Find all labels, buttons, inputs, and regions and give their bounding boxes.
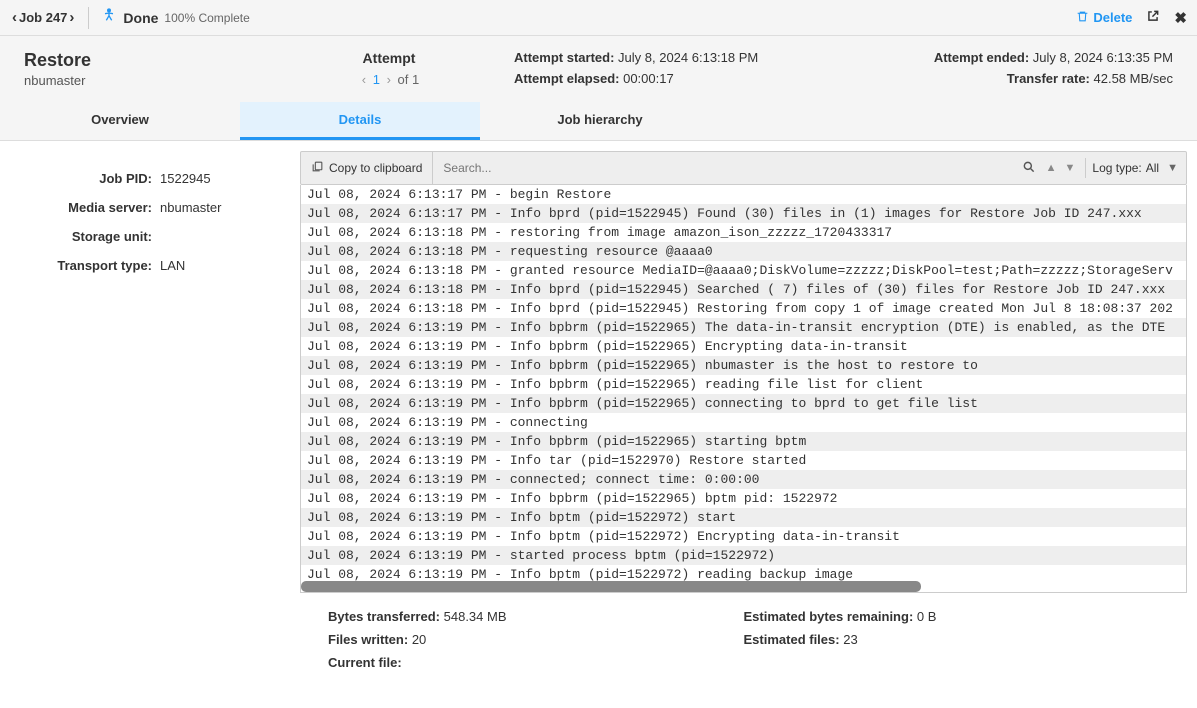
media-server-value: nbumaster [160, 200, 221, 215]
separator [1085, 158, 1086, 178]
search-prev-icon[interactable]: ▲ [1042, 162, 1061, 174]
current-file-label: Current file: [328, 655, 402, 670]
search-input[interactable] [433, 152, 1015, 184]
logtype-label: Log type: [1092, 161, 1145, 175]
logtype-value[interactable]: All [1146, 161, 1163, 175]
started-value: July 8, 2024 6:13:18 PM [618, 50, 758, 65]
log-line: Jul 08, 2024 6:13:17 PM - begin Restore [301, 185, 1186, 204]
close-icon[interactable]: ✖ [1174, 9, 1187, 27]
summary-attempt: Attempt ‹ 1 › of 1 [264, 50, 514, 92]
summary-rate: Attempt ended: July 8, 2024 6:13:35 PM T… [913, 50, 1173, 92]
done-icon [101, 7, 117, 28]
transport-type-value: LAN [160, 258, 185, 273]
log-line: Jul 08, 2024 6:13:19 PM - Info bpbrm (pi… [301, 375, 1186, 394]
transport-type-label: Transport type: [20, 258, 160, 273]
job-pid-value: 1522945 [160, 171, 211, 186]
side-metadata: Job PID: 1522945 Media server: nbumaster… [0, 141, 300, 704]
log-line: Jul 08, 2024 6:13:18 PM - Info bprd (pid… [301, 299, 1186, 318]
log-line: Jul 08, 2024 6:13:19 PM - Info bpbrm (pi… [301, 356, 1186, 375]
bytes-transferred-value: 548.34 MB [444, 609, 507, 624]
summary-panel: Restore nbumaster Attempt ‹ 1 › of 1 Att… [0, 36, 1197, 102]
horizontal-scrollbar[interactable] [301, 581, 921, 592]
log-line: Jul 08, 2024 6:13:19 PM - Info bptm (pid… [301, 527, 1186, 546]
status-percent: 100% Complete [164, 11, 249, 25]
search-next-icon[interactable]: ▼ [1061, 162, 1080, 174]
attempt-pager: ‹ 1 › of 1 [264, 72, 514, 87]
est-bytes-value: 0 B [917, 609, 937, 624]
status-text: Done [123, 10, 158, 26]
tab-details[interactable]: Details [240, 102, 480, 140]
popout-icon[interactable] [1146, 9, 1160, 27]
attempt-current: 1 [373, 72, 380, 87]
est-files-label: Estimated files: [744, 632, 840, 647]
chevron-down-icon[interactable]: ▼ [1163, 162, 1186, 174]
page-title: Restore [24, 50, 264, 71]
log-line: Jul 08, 2024 6:13:18 PM - restoring from… [301, 223, 1186, 242]
tab-overview[interactable]: Overview [0, 102, 240, 140]
log-line: Jul 08, 2024 6:13:17 PM - Info bprd (pid… [301, 204, 1186, 223]
log-line: Jul 08, 2024 6:13:18 PM - Info bprd (pid… [301, 280, 1186, 299]
delete-label: Delete [1093, 10, 1132, 25]
rate-value: 42.58 MB/sec [1094, 71, 1174, 86]
log-line: Jul 08, 2024 6:13:19 PM - Info tar (pid=… [301, 451, 1186, 470]
log-line: Jul 08, 2024 6:13:19 PM - Info bpbrm (pi… [301, 394, 1186, 413]
media-server-label: Media server: [20, 200, 160, 215]
bytes-transferred-label: Bytes transferred: [328, 609, 440, 624]
chevron-left-icon[interactable]: ‹ [10, 9, 19, 26]
search-icon[interactable] [1016, 160, 1042, 177]
log-toolbar: Copy to clipboard ▲ ▼ Log type: All ▼ [300, 151, 1187, 185]
trash-icon [1076, 10, 1089, 26]
content-area: Job PID: 1522945 Media server: nbumaster… [0, 141, 1197, 704]
log-line: Jul 08, 2024 6:13:19 PM - Info bpbrm (pi… [301, 337, 1186, 356]
files-written-value: 20 [412, 632, 426, 647]
summary-times: Attempt started: July 8, 2024 6:13:18 PM… [514, 50, 913, 92]
log-line: Jul 08, 2024 6:13:19 PM - Info bpbrm (pi… [301, 489, 1186, 508]
delete-button[interactable]: Delete [1076, 10, 1132, 26]
clipboard-icon [311, 160, 324, 176]
attempt-of: of 1 [398, 72, 420, 87]
log-line: Jul 08, 2024 6:13:19 PM - Info bpbrm (pi… [301, 432, 1186, 451]
rate-label: Transfer rate: [1007, 71, 1090, 86]
ended-value: July 8, 2024 6:13:35 PM [1033, 50, 1173, 65]
log-line: Jul 08, 2024 6:13:19 PM - started proces… [301, 546, 1186, 565]
summary-restore: Restore nbumaster [24, 50, 264, 92]
log-area: Copy to clipboard ▲ ▼ Log type: All ▼ Ju… [300, 141, 1197, 704]
copy-to-clipboard-button[interactable]: Copy to clipboard [301, 152, 433, 184]
log-line: Jul 08, 2024 6:13:18 PM - granted resour… [301, 261, 1186, 280]
separator [88, 7, 89, 29]
header-actions: Delete ✖ [1076, 9, 1187, 27]
est-files-value: 23 [843, 632, 857, 647]
elapsed-label: Attempt elapsed: [514, 71, 619, 86]
log-lines[interactable]: Jul 08, 2024 6:13:17 PM - begin RestoreJ… [301, 185, 1186, 593]
log-line: Jul 08, 2024 6:13:19 PM - connecting [301, 413, 1186, 432]
files-written-label: Files written: [328, 632, 408, 647]
job-pid-label: Job PID: [20, 171, 160, 186]
log-container: Jul 08, 2024 6:13:17 PM - begin RestoreJ… [300, 185, 1187, 593]
attempt-prev-icon[interactable]: ‹ [359, 72, 369, 87]
log-line: Jul 08, 2024 6:13:19 PM - connected; con… [301, 470, 1186, 489]
job-id-label: Job 247 [19, 10, 67, 25]
ended-label: Attempt ended: [934, 50, 1029, 65]
log-line: Jul 08, 2024 6:13:19 PM - Info bptm (pid… [301, 508, 1186, 527]
tab-bar: Overview Details Job hierarchy [0, 102, 1197, 141]
attempt-next-icon[interactable]: › [384, 72, 394, 87]
storage-unit-label: Storage unit: [20, 229, 160, 244]
started-label: Attempt started: [514, 50, 614, 65]
copy-label: Copy to clipboard [329, 161, 422, 175]
log-line: Jul 08, 2024 6:13:19 PM - Info bpbrm (pi… [301, 318, 1186, 337]
status-block: Done 100% Complete [101, 7, 249, 28]
chevron-right-icon[interactable]: › [67, 9, 76, 26]
elapsed-value: 00:00:17 [623, 71, 674, 86]
tab-hierarchy[interactable]: Job hierarchy [480, 102, 720, 140]
header-bar: ‹ Job 247 › Done 100% Complete Delete ✖ [0, 0, 1197, 36]
footer-stats: Bytes transferred: 548.34 MB Files writt… [300, 593, 1187, 694]
log-line: Jul 08, 2024 6:13:18 PM - requesting res… [301, 242, 1186, 261]
attempt-label: Attempt [264, 50, 514, 66]
job-nav: ‹ Job 247 › [10, 9, 76, 26]
est-bytes-label: Estimated bytes remaining: [744, 609, 914, 624]
page-subtitle: nbumaster [24, 73, 264, 88]
